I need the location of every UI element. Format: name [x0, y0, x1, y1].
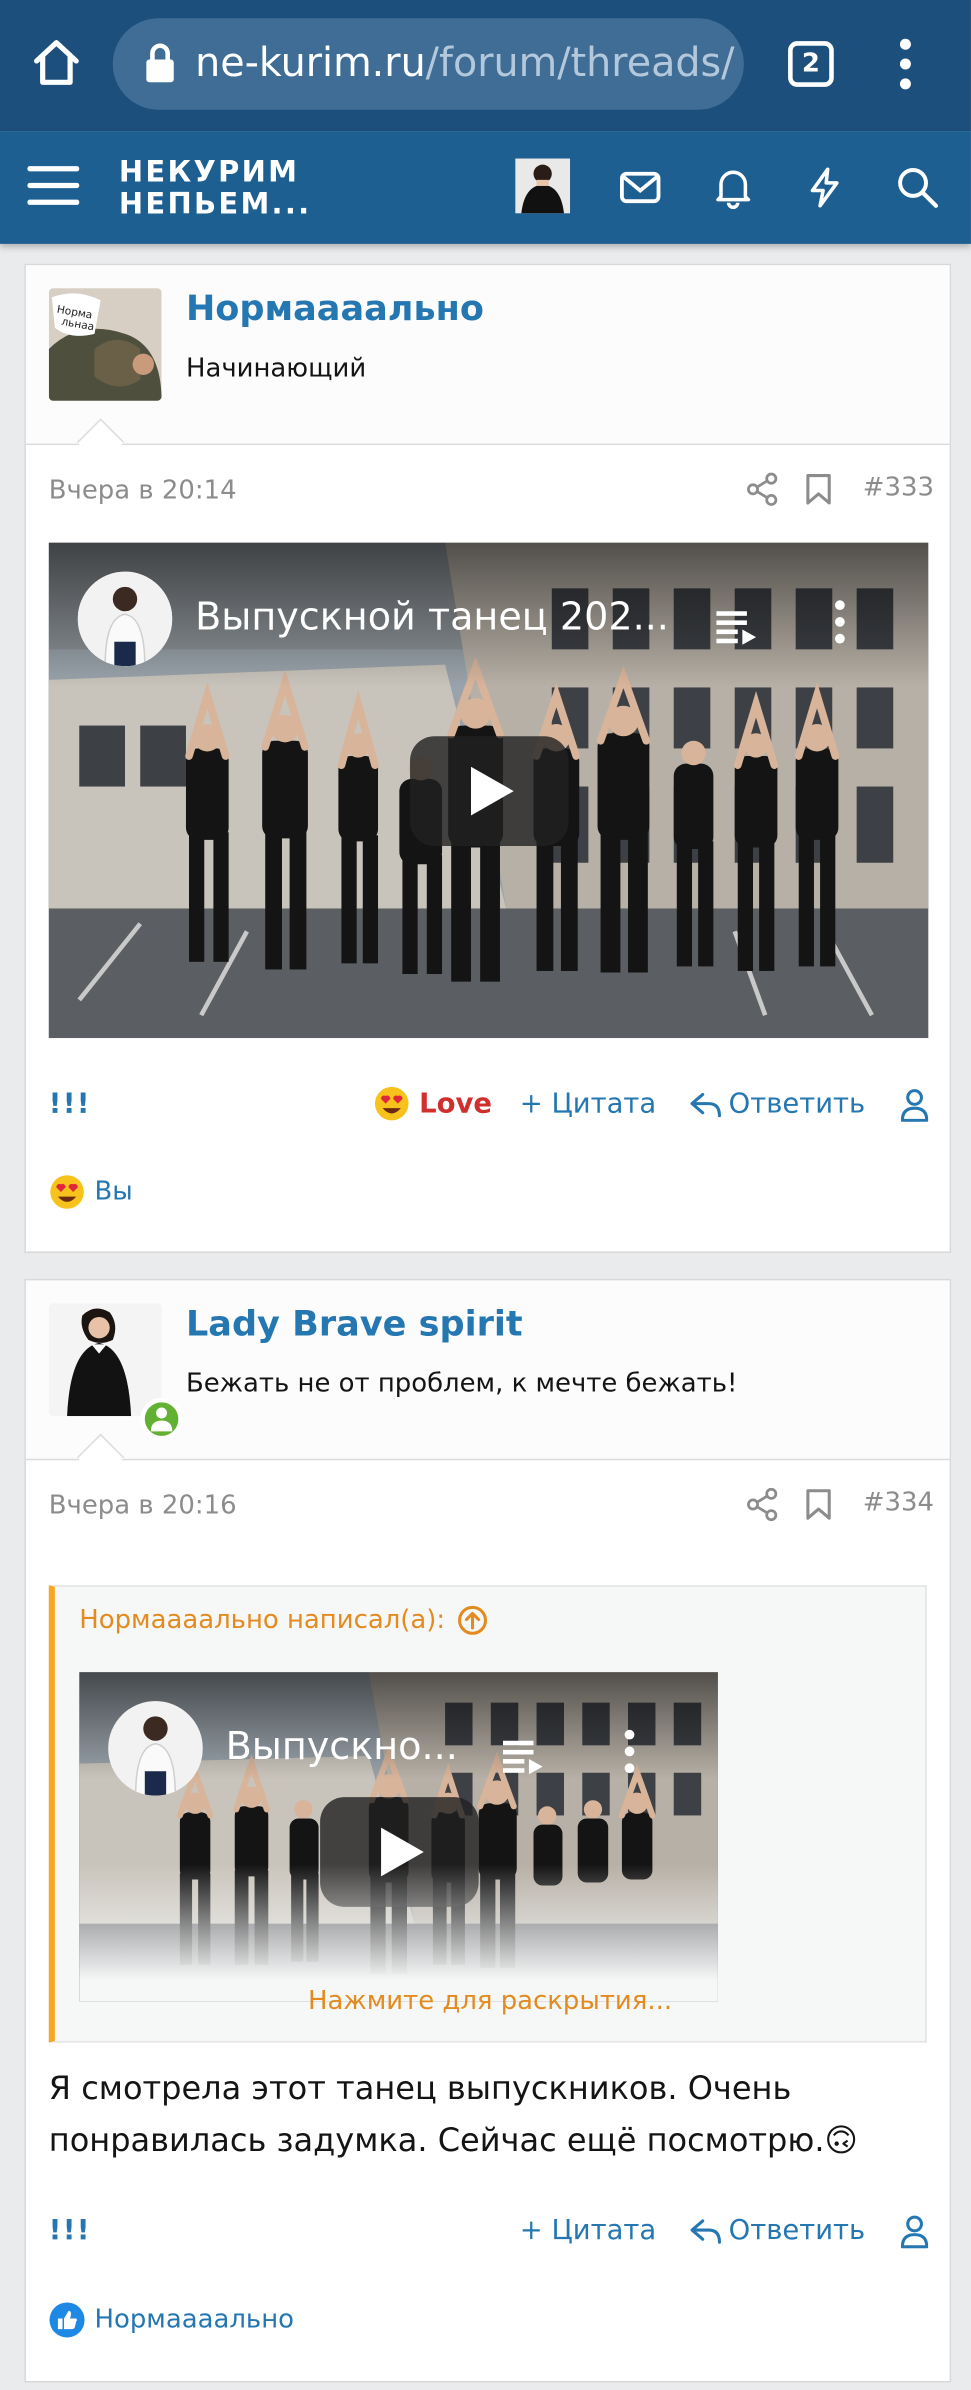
- user-icon[interactable]: [900, 1088, 929, 1122]
- post-date[interactable]: Вчера в 20:16: [49, 1491, 237, 1521]
- love-reaction-button[interactable]: Love: [373, 1085, 492, 1122]
- search-icon[interactable]: [895, 165, 941, 211]
- expand-quote-link[interactable]: Нажмите для раскрытия...: [55, 1986, 925, 2016]
- bookmark-icon[interactable]: [805, 473, 832, 507]
- video-more-icon[interactable]: [613, 1727, 647, 1776]
- post-number[interactable]: #334: [863, 1488, 934, 1518]
- quote-author-link[interactable]: Нормаааально написал(а):: [79, 1605, 488, 1636]
- user-title: Начинающий: [185, 353, 367, 385]
- forum-logo[interactable]: НЕКУРИМ НЕПЬЕМ...: [118, 155, 312, 222]
- quote-fade: [79, 1864, 718, 2002]
- logo-line-2: НЕПЬЕМ...: [118, 187, 312, 222]
- tab-switcher-button[interactable]: 2: [788, 41, 834, 87]
- reply-icon: [690, 2218, 721, 2244]
- lock-icon: [146, 43, 174, 83]
- post-user-header: Lady Brave spirit Бежать не от проблем, …: [25, 1280, 950, 1481]
- home-icon[interactable]: [30, 37, 82, 89]
- online-indicator: [140, 1397, 183, 1441]
- share-icon[interactable]: [745, 1487, 779, 1522]
- bell-icon[interactable]: [710, 165, 756, 211]
- quote-author: Нормаааально написал(а):: [79, 1605, 446, 1636]
- quote-block: Нормаааально написал(а): Выпускно... Наж…: [48, 1585, 927, 2043]
- playlist-icon[interactable]: [713, 604, 759, 650]
- play-icon: [471, 766, 514, 816]
- bookmark-icon[interactable]: [805, 1488, 832, 1522]
- playlist-icon[interactable]: [500, 1733, 546, 1779]
- arrow-up-circle-icon: [458, 1605, 488, 1635]
- user-icon[interactable]: [900, 2215, 929, 2249]
- account-avatar[interactable]: [515, 158, 571, 214]
- reply-icon: [690, 1092, 721, 1117]
- channel-avatar[interactable]: [77, 571, 173, 667]
- post-card: Lady Brave spirit Бежать не от проблем, …: [24, 1278, 953, 2383]
- post-date[interactable]: Вчера в 20:14: [49, 476, 237, 506]
- like-icon: [49, 2302, 85, 2338]
- video-more-icon[interactable]: [823, 598, 857, 647]
- browser-menu-icon[interactable]: [890, 37, 920, 92]
- username-link[interactable]: Нормаааально: [186, 290, 484, 330]
- quoted-video-embed[interactable]: Выпускно...: [79, 1672, 718, 2002]
- mail-icon[interactable]: [617, 165, 663, 211]
- forum-header: НЕКУРИМ НЕПЬЕМ...: [0, 131, 971, 244]
- video-title[interactable]: Выпускно...: [226, 1724, 458, 1768]
- post-meta: Вчера в 20:14 #333: [26, 445, 950, 536]
- user-avatar[interactable]: [48, 1303, 183, 1441]
- heart-eyes-emoji-icon: [50, 1175, 84, 1209]
- reply-button[interactable]: Ответить: [689, 1088, 865, 1120]
- heart-eyes-emoji-icon: [374, 1086, 409, 1121]
- video-title[interactable]: Выпускной танец 202...: [195, 594, 669, 638]
- channel-avatar[interactable]: [108, 1701, 203, 1796]
- post-actions: !!! + Цитата Ответить: [26, 2203, 953, 2264]
- reactions-bar[interactable]: Вы: [49, 1174, 133, 1211]
- play-button[interactable]: [410, 736, 569, 846]
- post-message: Я смотрела этот танец выпускников. Очень…: [48, 2069, 858, 2159]
- reaction-user[interactable]: Нормаааально: [95, 2305, 294, 2335]
- post-user-header: Норма льнаа Нормаааально Начинающий: [25, 265, 950, 466]
- reply-label: Ответить: [728, 1088, 866, 1121]
- quote-button[interactable]: + Цитата: [520, 1088, 656, 1120]
- post-actions: !!! Love + Цитата Ответить: [26, 1076, 953, 1137]
- logo-line-1: НЕКУРИМ: [118, 155, 300, 190]
- reaction-user[interactable]: Вы: [95, 1177, 133, 1207]
- user-avatar[interactable]: Норма льнаа: [48, 288, 162, 401]
- report-link[interactable]: !!!: [49, 1088, 91, 1120]
- post-card: Норма льнаа Нормаааально Начинающий Вчер…: [24, 263, 953, 1253]
- post-meta: Вчера в 20:16 #334: [26, 1460, 950, 1551]
- url-text: ne-kurim.ru/forum/threads/: [195, 41, 735, 87]
- browser-toolbar: ne-kurim.ru/forum/threads/ 2: [0, 0, 971, 132]
- address-bar[interactable]: ne-kurim.ru/forum/threads/: [112, 18, 744, 110]
- reply-label: Ответить: [728, 2214, 866, 2247]
- post-number[interactable]: #333: [863, 473, 934, 503]
- reply-button[interactable]: Ответить: [689, 2215, 865, 2247]
- user-online-icon: [150, 1407, 173, 1432]
- report-link[interactable]: !!!: [49, 2215, 91, 2247]
- user-title: Бежать не от проблем, к мечте бежать!: [185, 1368, 738, 1400]
- username-link[interactable]: Lady Brave spirit: [186, 1305, 523, 1345]
- reactions-bar[interactable]: Нормаааально: [49, 2302, 294, 2339]
- quote-button[interactable]: + Цитата: [520, 2215, 656, 2247]
- share-icon[interactable]: [745, 472, 779, 507]
- bolt-icon[interactable]: [802, 165, 848, 211]
- menu-icon[interactable]: [26, 160, 81, 212]
- love-label: Love: [419, 1087, 493, 1120]
- video-embed[interactable]: Выпускной танец 202...: [48, 542, 929, 1039]
